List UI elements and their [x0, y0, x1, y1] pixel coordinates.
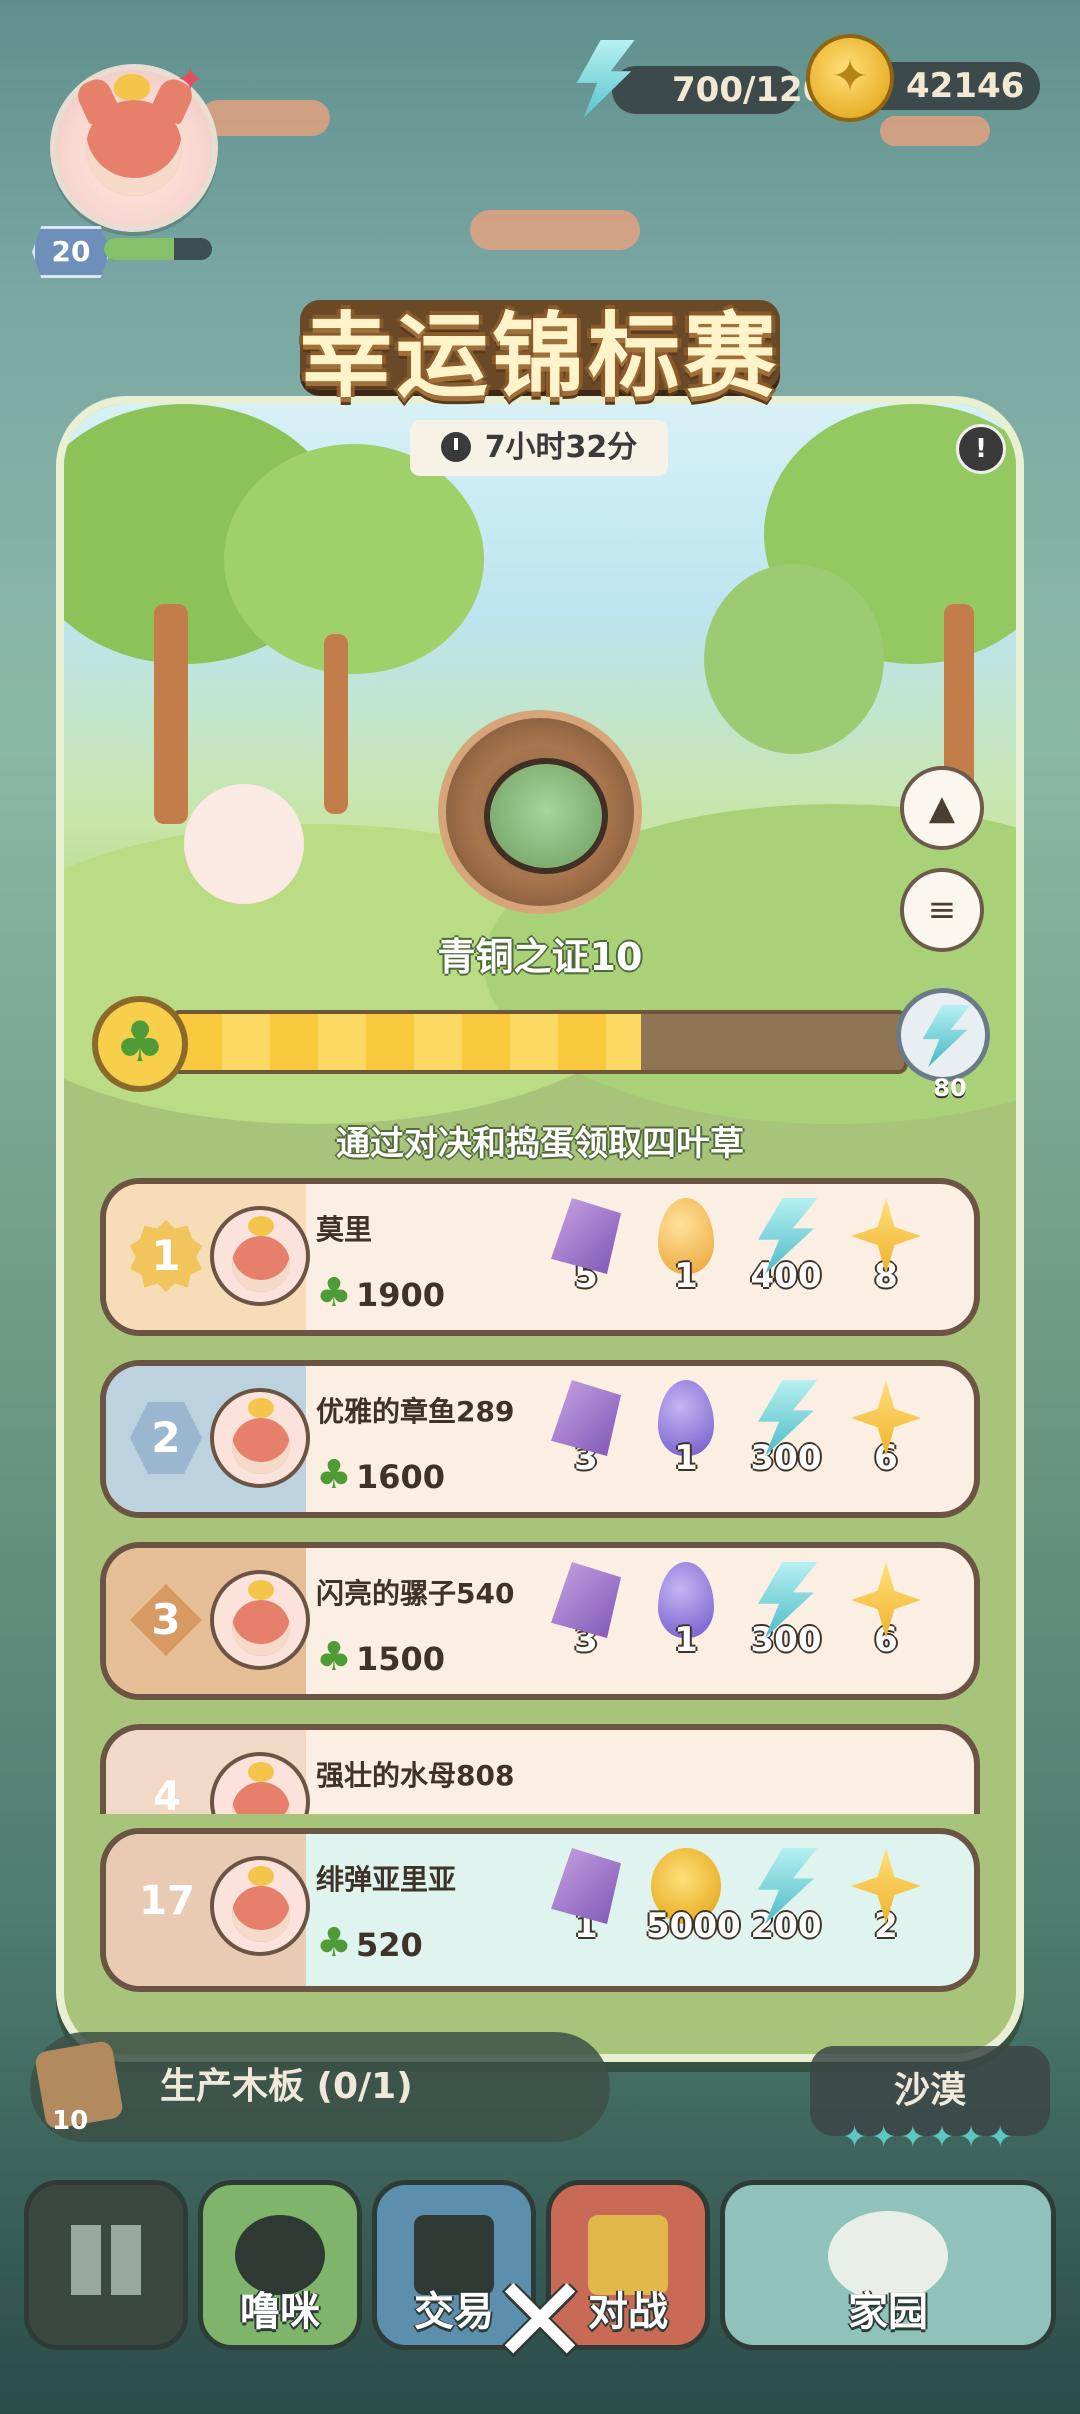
reward-item[interactable]: 3 — [546, 1562, 626, 1682]
reward-item[interactable]: 200 — [746, 1848, 826, 1968]
avatar-face — [232, 1418, 290, 1474]
grid-icon — [71, 2225, 141, 2295]
tree-trunk — [324, 634, 348, 814]
avatar-tuft — [248, 1398, 274, 1418]
leaderboard-row[interactable]: 4 强壮的水母808 — [100, 1724, 980, 1814]
reward-item[interactable]: 1 — [646, 1198, 726, 1318]
player-name: 闪亮的骡子540 — [316, 1577, 515, 1610]
reward-item[interactable]: 3 — [546, 1380, 626, 1500]
player-name: 绯弹亚里亚 — [316, 1863, 457, 1896]
energy-counter[interactable]: 700/120 — [612, 66, 826, 114]
timer-text: 7小时32分 — [484, 430, 638, 465]
instruction-text: 通过对决和捣蛋领取四叶草 — [336, 1124, 744, 1164]
player-name: 强壮的水母808 — [316, 1759, 515, 1792]
avatar-tuft — [248, 1216, 274, 1236]
badge-name: 青铜之证10 — [437, 935, 643, 979]
reward-item[interactable]: 400 — [746, 1198, 826, 1318]
avatar-face — [232, 1782, 290, 1814]
reward-item[interactable]: 1 — [646, 1380, 726, 1500]
reward-amount: 1 — [674, 1438, 698, 1478]
info-icon[interactable]: ! — [956, 424, 1006, 474]
reward-item[interactable]: 8 — [846, 1198, 926, 1318]
reward-amount: 200 — [750, 1906, 822, 1946]
cloud — [470, 210, 640, 250]
clover-progress-fill — [174, 1014, 642, 1070]
player-avatar[interactable] — [210, 1570, 310, 1670]
desert-progress-stars: ✦✦✦✦✦✦ — [842, 2120, 1017, 2155]
reward-amount: 5000 — [646, 1906, 741, 1946]
bronze-badge-icon — [438, 710, 642, 914]
cloud — [200, 100, 330, 136]
clover-icon: ♣ — [316, 1920, 352, 1966]
player-avatar[interactable] — [210, 1856, 310, 1956]
event-timer: 7小时32分 — [410, 420, 668, 476]
coin-icon: ✦ — [806, 34, 894, 122]
reward-amount: 1 — [674, 1256, 698, 1296]
rank-number: 4 — [153, 1774, 181, 1814]
forest-scene — [64, 404, 1016, 1124]
reward-amount: 300 — [750, 1620, 822, 1660]
avatar-tuft — [248, 1580, 274, 1600]
leaderboard-row[interactable]: 2 优雅的章鱼289 ♣ 1600 3 1 300 6 — [100, 1360, 980, 1518]
parrot-character — [704, 564, 884, 754]
avatar-face — [232, 1600, 290, 1656]
level-progress-bar — [104, 238, 212, 260]
clover-icon: ♣ — [316, 1270, 352, 1316]
my-rank-row[interactable]: 17 绯弹亚里亚 ♣ 520 1 5000 200 2 — [100, 1828, 980, 1992]
clover-icon: ♣ — [316, 1634, 352, 1680]
clover-score: 520 — [356, 1926, 423, 1964]
reward-amount: 300 — [750, 1438, 822, 1478]
reward-item[interactable]: 5 — [546, 1198, 626, 1318]
progress-reward-energy[interactable] — [896, 988, 990, 1082]
clover-score: 1500 — [356, 1640, 446, 1678]
leaderboard-button[interactable]: ▲ — [900, 766, 984, 850]
cloud — [880, 116, 990, 146]
player-name: 莫里 — [316, 1213, 373, 1246]
avatar-face — [232, 1236, 290, 1292]
tree-trunk — [154, 604, 188, 824]
reward-item[interactable]: 1 — [646, 1562, 726, 1682]
reward-item[interactable]: 6 — [846, 1562, 926, 1682]
reward-item[interactable]: 6 — [846, 1380, 926, 1500]
avatar-tuft — [114, 74, 150, 100]
reward-item[interactable]: 5000 — [646, 1848, 741, 1968]
badge-emblem — [484, 758, 608, 874]
leaderboard-row[interactable]: 3 闪亮的骡子540 ♣ 1500 3 1 300 6 — [100, 1542, 980, 1700]
nav-home-button[interactable]: 家园 — [720, 2180, 1056, 2350]
task-count: 10 — [52, 2106, 89, 2136]
close-button[interactable]: ✕ — [488, 2262, 592, 2382]
clover-score: 1600 — [356, 1458, 446, 1496]
clock-icon — [440, 432, 471, 462]
reward-amount: 1 — [674, 1620, 698, 1660]
clover-icon: ♣ — [92, 996, 188, 1092]
rank-number: 17 — [139, 1878, 195, 1924]
tree — [224, 444, 484, 674]
reward-item[interactable]: 300 — [746, 1562, 826, 1682]
reward-item[interactable]: 300 — [746, 1380, 826, 1500]
energy-icon — [922, 1005, 971, 1067]
avatar-face — [232, 1886, 290, 1942]
level-progress-fill — [104, 238, 175, 260]
clover-score: 1900 — [356, 1276, 446, 1314]
reward-item[interactable]: 1 — [546, 1848, 626, 1968]
rules-button[interactable]: ≡ — [900, 868, 984, 952]
progress-reward-amount: 80 — [933, 1074, 967, 1102]
avatar-face — [86, 100, 182, 196]
nav-pets-button[interactable]: 噜咪 — [198, 2180, 362, 2350]
notification-star-icon: ✦ — [176, 60, 205, 100]
deer-character — [184, 784, 304, 904]
reward-amount: 400 — [750, 1256, 822, 1296]
avatar-tuft — [248, 1866, 274, 1886]
reward-item[interactable]: 2 — [846, 1848, 926, 1968]
clover-icon: ♣ — [316, 1452, 352, 1498]
leaderboard-row[interactable]: 1 莫里 ♣ 1900 5 1 400 8 — [100, 1178, 980, 1336]
player-avatar[interactable] — [210, 1388, 310, 1488]
player-avatar[interactable] — [210, 1206, 310, 1306]
event-title: 幸运锦标赛 — [299, 303, 780, 410]
clover-progress-bar — [170, 1010, 908, 1074]
nav-menu-button[interactable] — [24, 2180, 188, 2350]
player-level: 20 — [32, 226, 110, 278]
avatar-tuft — [248, 1762, 274, 1782]
player-name: 优雅的章鱼289 — [316, 1395, 515, 1428]
